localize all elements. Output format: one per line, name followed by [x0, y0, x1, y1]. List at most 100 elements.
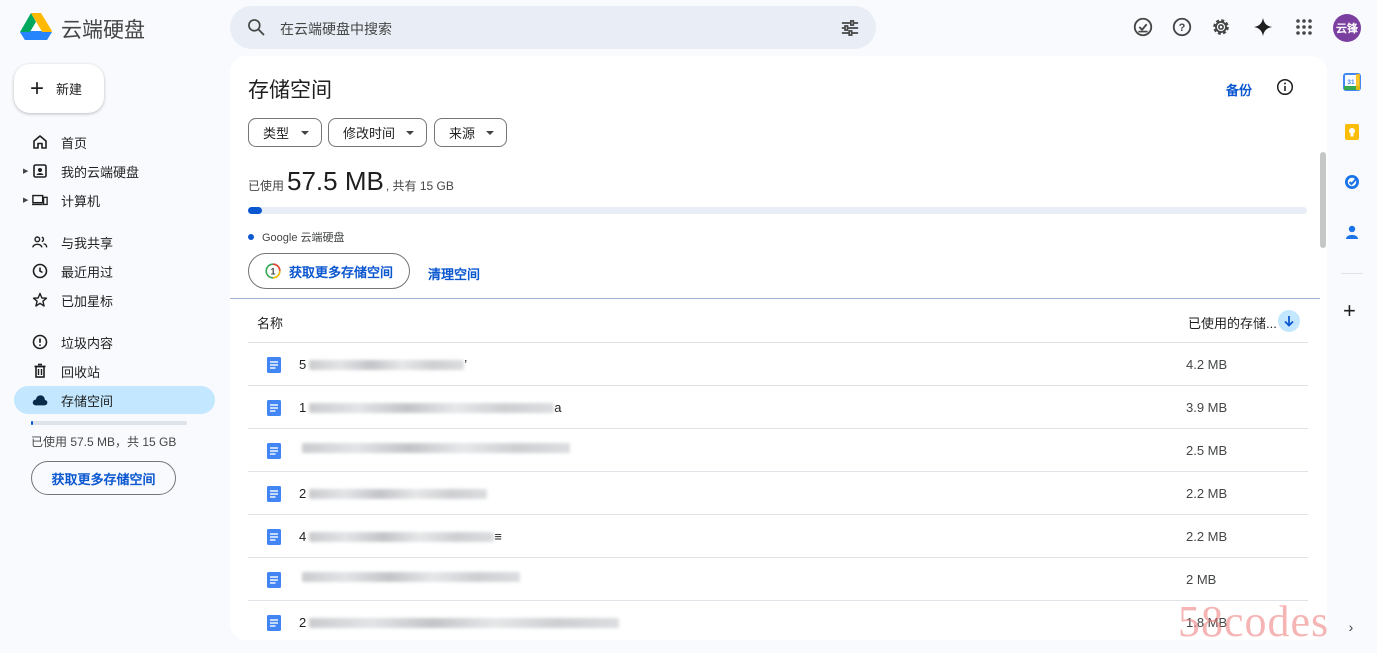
sort-direction-button[interactable]: [1278, 310, 1300, 332]
recent-clock-icon: [32, 263, 48, 279]
search-bar[interactable]: 在云端硬盘中搜索: [230, 6, 876, 49]
table-row[interactable]: 4 ≡ 2.2 MB: [248, 514, 1308, 557]
table-row[interactable]: 5’ 4.2 MB: [248, 342, 1308, 385]
file-size: 2.5 MB: [1186, 443, 1228, 458]
home-icon: [32, 134, 48, 150]
sidebar-item-label: 已加星标: [61, 293, 114, 309]
get-more-storage-button-main[interactable]: 1 获取更多存储空间: [248, 253, 410, 289]
file-name[interactable]: 2: [299, 615, 620, 630]
storage-usage-text: 已使用 57.5 MB，共 15 GB: [31, 435, 177, 449]
table-row[interactable]: 2 1.8 MB: [248, 600, 1308, 640]
search-options-icon[interactable]: [840, 18, 860, 38]
sidebar-item-label: 与我共享: [61, 235, 114, 251]
redacted-file-name: [302, 443, 570, 453]
sidebar-item-my-drive[interactable]: ▶ 我的云端硬盘: [14, 157, 215, 185]
legend-label: Google 云端硬盘: [262, 232, 345, 244]
table-row[interactable]: 2 2.2 MB: [248, 471, 1308, 514]
google-drive-logo[interactable]: [20, 12, 52, 42]
calendar-app-icon[interactable]: 31: [1341, 71, 1363, 93]
table-row[interactable]: 1 a 3.9 MB: [248, 385, 1308, 428]
filter-type-chip[interactable]: 类型: [248, 118, 322, 147]
file-size: 2 MB: [1186, 572, 1217, 587]
sidebar-item-shared-with-me[interactable]: 与我共享: [14, 228, 215, 256]
column-header-name[interactable]: 名称: [257, 313, 283, 332]
sidebar-item-storage[interactable]: 存储空间: [14, 386, 215, 414]
file-name-prefix: 4: [299, 529, 307, 544]
expand-arrow-icon[interactable]: ▶: [23, 167, 28, 175]
sidebar-item-computers[interactable]: ▶ 计算机: [14, 186, 215, 214]
chevron-right-icon[interactable]: ›: [1340, 616, 1362, 638]
file-name[interactable]: [299, 572, 520, 582]
sidebar-item-starred[interactable]: 已加星标: [14, 286, 215, 314]
contacts-app-icon[interactable]: [1341, 221, 1363, 243]
apps-grid-icon[interactable]: [1291, 14, 1317, 40]
sidebar-item-label: 垃圾内容: [61, 335, 114, 351]
caret-down-icon: [301, 131, 309, 135]
file-name[interactable]: 1a: [299, 400, 561, 415]
page-title: 存储空间: [248, 79, 332, 102]
scrollbar-thumb[interactable]: [1320, 152, 1326, 248]
file-name[interactable]: 4 ≡: [299, 529, 502, 544]
file-name[interactable]: [299, 443, 570, 453]
section-divider: [230, 298, 1320, 299]
search-input[interactable]: 在云端硬盘中搜索: [280, 19, 392, 39]
expand-arrow-icon[interactable]: ▶: [23, 196, 28, 204]
sidebar-item-home[interactable]: 首页: [14, 128, 215, 156]
storage-usage-summary: 已使用 57.5 MB , 共有 15 GB: [248, 166, 454, 197]
search-icon: [248, 19, 265, 36]
info-icon[interactable]: [1276, 78, 1294, 96]
table-row[interactable]: 2.5 MB: [248, 428, 1308, 471]
get-more-storage-button[interactable]: 获取更多存储空间: [31, 461, 176, 495]
file-size: 2.2 MB: [1186, 486, 1228, 501]
file-name-prefix: 2: [299, 615, 307, 630]
keep-app-icon[interactable]: [1341, 121, 1363, 143]
usage-prefix: 已使用: [248, 179, 285, 193]
table-row[interactable]: 2 MB: [248, 557, 1308, 600]
ready-for-offline-icon[interactable]: [1130, 14, 1156, 40]
sidebar-item-label: 我的云端硬盘: [61, 164, 140, 180]
account-avatar[interactable]: 云锋: [1333, 14, 1361, 42]
google-doc-icon: [267, 572, 281, 588]
file-name[interactable]: 2: [299, 486, 488, 501]
file-name-prefix: 1: [299, 400, 307, 415]
tasks-app-icon[interactable]: [1341, 171, 1363, 193]
redacted-file-name: [302, 572, 520, 582]
file-size: 2.2 MB: [1186, 529, 1228, 544]
usage-value: 57.5 MB: [287, 166, 384, 196]
sidebar-item-trash[interactable]: 回收站: [14, 357, 215, 385]
computers-icon: [32, 192, 48, 208]
sidebar-item-label: 回收站: [61, 364, 101, 380]
redacted-file-name: [309, 617, 620, 628]
clean-up-space-link[interactable]: 清理空间: [428, 264, 480, 283]
sidebar-item-spam[interactable]: 垃圾内容: [14, 328, 215, 356]
shared-icon: [32, 234, 48, 250]
brand-title: 云端硬盘: [61, 19, 145, 42]
settings-gear-icon[interactable]: [1208, 14, 1234, 40]
file-name-prefix: 5: [299, 357, 307, 372]
storage-progress-fill: [248, 207, 262, 214]
storage-usage-bar: [31, 421, 187, 425]
file-size: 4.2 MB: [1186, 357, 1228, 372]
cloud-icon: [32, 392, 48, 408]
file-name[interactable]: 5’: [299, 357, 467, 372]
add-addon-icon[interactable]: +: [1343, 298, 1356, 324]
caret-down-icon: [406, 131, 414, 135]
svg-text:31: 31: [1347, 79, 1355, 86]
google-one-icon: 1: [265, 263, 281, 279]
backup-link[interactable]: 备份: [1226, 80, 1252, 99]
sidebar-item-label: 最近用过: [61, 264, 114, 280]
filter-modified-chip[interactable]: 修改时间: [328, 118, 427, 147]
new-button[interactable]: + 新建: [14, 64, 104, 113]
help-icon[interactable]: ?: [1169, 14, 1195, 40]
redacted-file-name: [309, 402, 555, 413]
redacted-file-name: [309, 488, 488, 499]
filter-source-chip[interactable]: 来源: [434, 118, 507, 147]
google-doc-icon: [267, 443, 281, 459]
gemini-sparkle-icon[interactable]: [1250, 14, 1276, 40]
my-drive-icon: [32, 163, 48, 179]
column-header-storage-used[interactable]: 已使用的存储...: [1188, 313, 1277, 332]
new-button-label: 新建: [56, 82, 83, 97]
filter-label: 修改时间: [343, 126, 396, 141]
sidebar-item-label: 首页: [61, 135, 88, 151]
sidebar-item-recent[interactable]: 最近用过: [14, 257, 215, 285]
